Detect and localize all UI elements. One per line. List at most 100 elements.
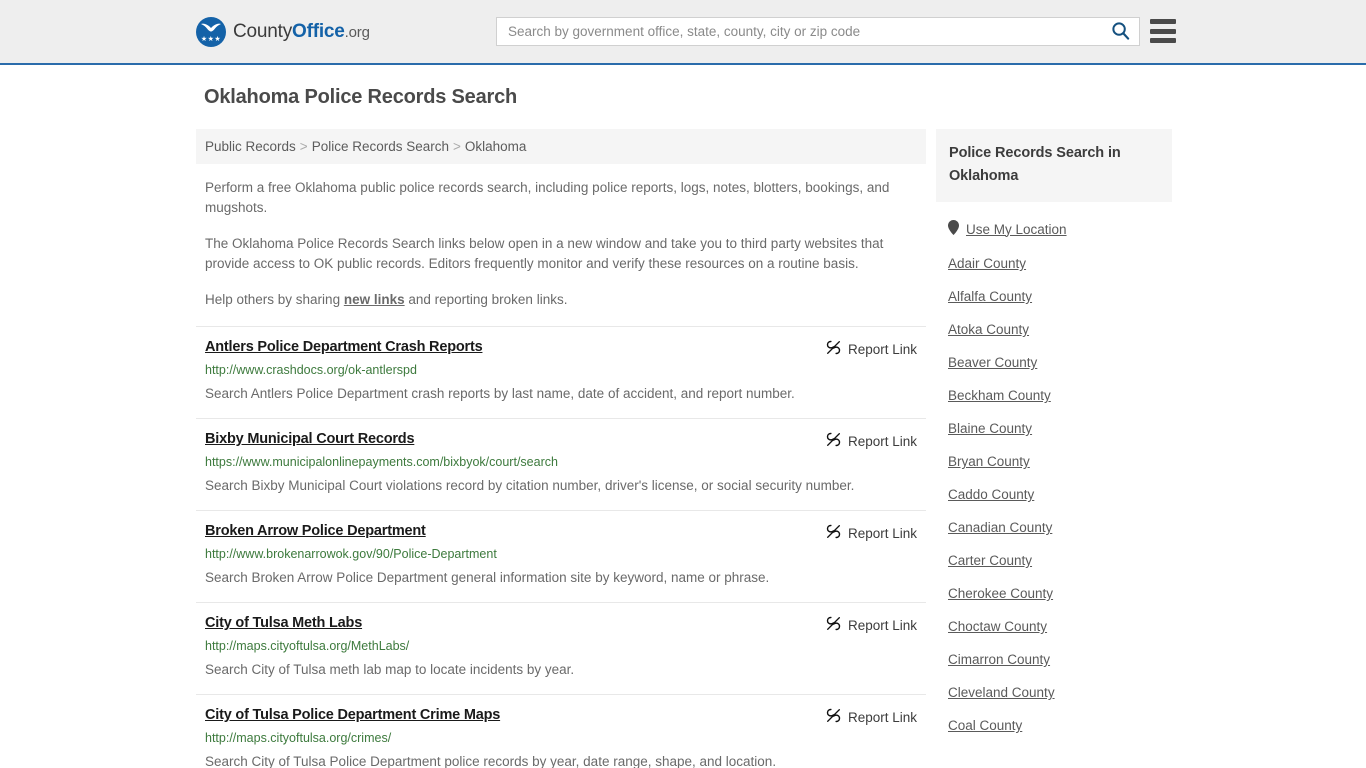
result-description: Search City of Tulsa meth lab map to loc… <box>205 662 575 677</box>
site-logo-link[interactable]: ★★★ CountyOffice.org <box>196 16 370 47</box>
county-link[interactable]: Cleveland County <box>948 685 1055 700</box>
sidebar-item-county[interactable]: Bryan County <box>948 454 1172 469</box>
result-title-link[interactable]: Antlers Police Department Crash Reports <box>205 339 483 355</box>
use-my-location-link[interactable]: Use My Location <box>966 222 1067 237</box>
county-link[interactable]: Cimarron County <box>948 652 1050 667</box>
page-title: Oklahoma Police Records Search <box>204 86 518 108</box>
broken-link-icon <box>826 524 841 542</box>
result-description: Search Bixby Municipal Court violations … <box>205 478 855 493</box>
sidebar-item-county[interactable]: Cherokee County <box>948 586 1172 601</box>
sidebar-item-county[interactable]: Coal County <box>948 718 1172 733</box>
hamburger-menu-icon[interactable] <box>1150 19 1176 43</box>
results-list: Antlers Police Department Crash Reports R… <box>196 326 926 768</box>
result-header: Antlers Police Department Crash Reports R… <box>205 339 917 358</box>
result-item: City of Tulsa Meth Labs Report Link http:/… <box>196 602 926 694</box>
intro-p3-after: and reporting broken links. <box>404 292 568 307</box>
breadcrumb-item-police-records-search[interactable]: Police Records Search <box>312 139 449 154</box>
result-description: Search Antlers Police Department crash r… <box>205 386 795 401</box>
result-title-link[interactable]: City of Tulsa Meth Labs <box>205 615 362 631</box>
map-pin-icon <box>948 220 959 238</box>
intro-paragraph-3: Help others by sharing new links and rep… <box>205 290 920 310</box>
logo-stars: ★★★ <box>200 35 222 43</box>
result-item: City of Tulsa Police Department Crime Ma… <box>196 694 926 768</box>
report-link-label: Report Link <box>847 709 917 725</box>
report-link-button[interactable]: Report Link <box>826 524 917 542</box>
result-item: Antlers Police Department Crash Reports R… <box>196 326 926 418</box>
sidebar-item-county[interactable]: Adair County <box>948 256 1172 271</box>
county-link[interactable]: Beckham County <box>948 388 1051 403</box>
sidebar-item-county[interactable]: Carter County <box>948 553 1172 568</box>
result-header: City of Tulsa Police Department Crime Ma… <box>205 707 917 726</box>
result-url: http://www.brokenarrowok.gov/90/Police-D… <box>205 547 497 561</box>
county-link[interactable]: Coal County <box>948 718 1022 733</box>
county-link[interactable]: Beaver County <box>948 355 1037 370</box>
report-link-button[interactable]: Report Link <box>826 616 917 634</box>
county-link[interactable]: Alfalfa County <box>948 289 1032 304</box>
report-link-label: Report Link <box>847 617 917 633</box>
content-columns: Public Records > Police Records Search > Okl… <box>0 129 1366 768</box>
sidebar-item-county[interactable]: Caddo County <box>948 487 1172 502</box>
result-url: http://www.crashdocs.org/ok-antlerspd <box>205 363 417 377</box>
sidebar-item-county[interactable]: Blaine County <box>948 421 1172 436</box>
report-link-button[interactable]: Report Link <box>826 340 917 358</box>
report-link-label: Report Link <box>847 433 917 449</box>
county-link[interactable]: Carter County <box>948 553 1032 568</box>
broken-link-icon <box>826 616 841 634</box>
county-link[interactable]: Canadian County <box>948 520 1052 535</box>
county-link[interactable]: Choctaw County <box>948 619 1047 634</box>
result-url: http://maps.cityoftulsa.org/crimes/ <box>205 731 392 745</box>
brand-wordmark: CountyOffice.org <box>233 21 370 43</box>
eagle-shield-logo-icon: ★★★ <box>196 16 226 47</box>
result-item: Bixby Municipal Court Records Report Link… <box>196 418 926 510</box>
sidebar-heading-box: Police Records Search in Oklahoma <box>936 129 1172 202</box>
brand-part-county: County <box>233 20 293 42</box>
county-link[interactable]: Caddo County <box>948 487 1034 502</box>
sidebar-item-county[interactable]: Cimarron County <box>948 652 1172 667</box>
search-button[interactable] <box>1101 18 1139 45</box>
menu-bar-3 <box>1150 38 1176 43</box>
new-links-link[interactable]: new links <box>344 292 405 307</box>
menu-bar-2 <box>1150 28 1176 34</box>
result-title-link[interactable]: City of Tulsa Police Department Crime Ma… <box>205 707 500 723</box>
report-link-label: Report Link <box>847 341 917 357</box>
result-title-link[interactable]: Broken Arrow Police Department <box>205 523 426 539</box>
sidebar-heading: Police Records Search in Oklahoma <box>949 145 1121 184</box>
intro-p3-before: Help others by sharing <box>205 292 344 307</box>
site-header: ★★★ CountyOffice.org <box>0 0 1366 65</box>
county-link[interactable]: Adair County <box>948 256 1026 271</box>
intro-paragraph-1: Perform a free Oklahoma public police re… <box>205 180 890 215</box>
brand-part-org: .org <box>344 23 370 41</box>
sidebar: Police Records Search in Oklahoma Use My… <box>936 129 1172 751</box>
brand-part-office: Office <box>292 20 345 42</box>
report-link-button[interactable]: Report Link <box>826 432 917 450</box>
broken-link-icon <box>826 340 841 358</box>
county-link[interactable]: Blaine County <box>948 421 1032 436</box>
page-body: Oklahoma Police Records Search Public Re… <box>0 65 1366 768</box>
search-bar <box>496 17 1140 46</box>
sidebar-item-county[interactable]: Canadian County <box>948 520 1172 535</box>
search-icon <box>1111 21 1130 43</box>
broken-link-icon <box>826 432 841 450</box>
county-link[interactable]: Bryan County <box>948 454 1030 469</box>
main-column: Public Records > Police Records Search > Okl… <box>196 129 926 768</box>
sidebar-item-county[interactable]: Beckham County <box>948 388 1172 403</box>
breadcrumb-separator-2: > <box>453 139 461 154</box>
sidebar-item-county[interactable]: Alfalfa County <box>948 289 1172 304</box>
sidebar-item-county[interactable]: Beaver County <box>948 355 1172 370</box>
result-header: Broken Arrow Police Department Report Lin… <box>205 523 917 542</box>
report-link-button[interactable]: Report Link <box>826 708 917 726</box>
breadcrumb-item-public-records[interactable]: Public Records <box>205 139 296 154</box>
result-title-link[interactable]: Bixby Municipal Court Records <box>205 431 415 447</box>
sidebar-item-use-my-location[interactable]: Use My Location <box>948 220 1172 238</box>
sidebar-item-county[interactable]: Atoka County <box>948 322 1172 337</box>
search-input[interactable] <box>497 18 1101 45</box>
sidebar-item-county[interactable]: Cleveland County <box>948 685 1172 700</box>
sidebar-item-county[interactable]: Choctaw County <box>948 619 1172 634</box>
breadcrumb-item-oklahoma: Oklahoma <box>464 139 527 154</box>
result-url: https://www.municipalonlinepayments.com/… <box>205 455 558 469</box>
county-link[interactable]: Atoka County <box>948 322 1029 337</box>
result-item: Broken Arrow Police Department Report Lin… <box>196 510 926 602</box>
county-link[interactable]: Cherokee County <box>948 586 1053 601</box>
result-header: Bixby Municipal Court Records Report Link <box>205 431 917 450</box>
report-link-label: Report Link <box>847 525 917 541</box>
